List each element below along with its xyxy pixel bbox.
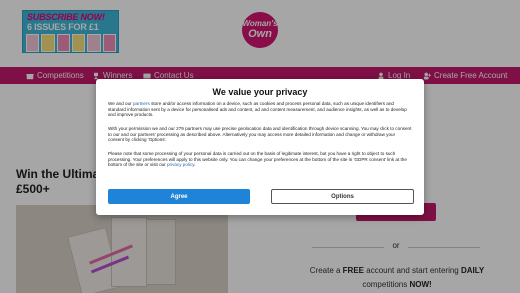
consent-text: Please note that some processing of your… xyxy=(108,151,407,168)
consent-dialog: We value your privacy We and our partner… xyxy=(96,79,424,215)
consent-paragraph-2: With your permission we and our 279 part… xyxy=(108,126,412,143)
options-button[interactable]: Options xyxy=(271,189,414,204)
page: SUBSCRIBE NOW! 6 ISSUES FOR £1 Woman's O… xyxy=(0,0,520,293)
agree-button[interactable]: Agree xyxy=(108,189,250,204)
consent-paragraph-3: Please note that some processing of your… xyxy=(108,151,412,168)
partners-link[interactable]: partners xyxy=(133,101,150,106)
privacy-policy-link[interactable]: privacy policy xyxy=(167,162,194,167)
consent-text: We and our xyxy=(108,101,133,106)
consent-text: store and/or access information on a dev… xyxy=(108,101,407,118)
consent-title: We value your privacy xyxy=(212,87,308,97)
consent-text: . xyxy=(194,162,196,168)
consent-paragraph-1: We and our partners store and/or access … xyxy=(108,101,412,118)
